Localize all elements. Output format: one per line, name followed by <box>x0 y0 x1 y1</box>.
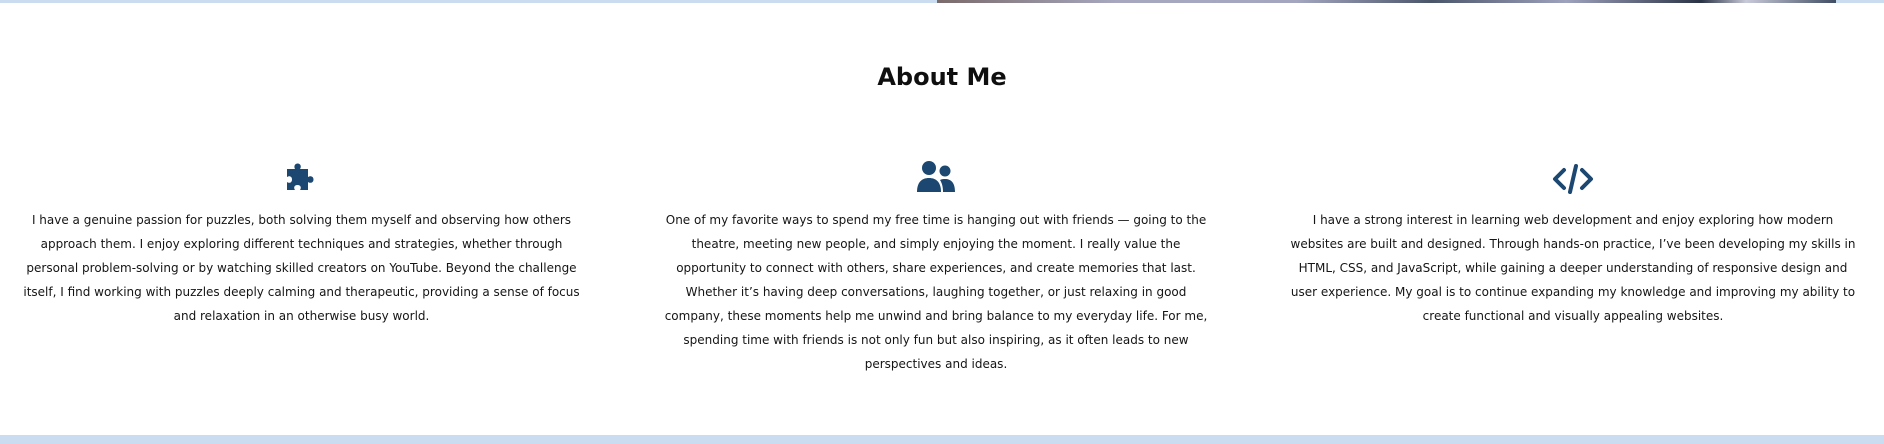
about-item-text: One of my favorite ways to spend my free… <box>664 213 1208 371</box>
about-item-webdev: I have a strong interest in learning web… <box>1288 160 1858 328</box>
about-me-page: About Me I have a genuine passion for pu… <box>0 0 1884 444</box>
about-item-text: I have a strong interest in learning web… <box>1290 213 1856 323</box>
puzzle-piece-icon <box>286 163 313 190</box>
code-icon <box>1553 164 1593 194</box>
about-item-friends: One of my favorite ways to spend my free… <box>655 160 1217 376</box>
about-item-text: I have a genuine passion for puzzles, bo… <box>23 213 580 323</box>
about-item-puzzles: I have a genuine passion for puzzles, bo… <box>14 160 589 328</box>
section-title: About Me <box>877 63 1007 91</box>
section-divider-bottom <box>0 435 1884 444</box>
hero-image-edge <box>937 0 1836 3</box>
users-icon <box>917 161 955 192</box>
